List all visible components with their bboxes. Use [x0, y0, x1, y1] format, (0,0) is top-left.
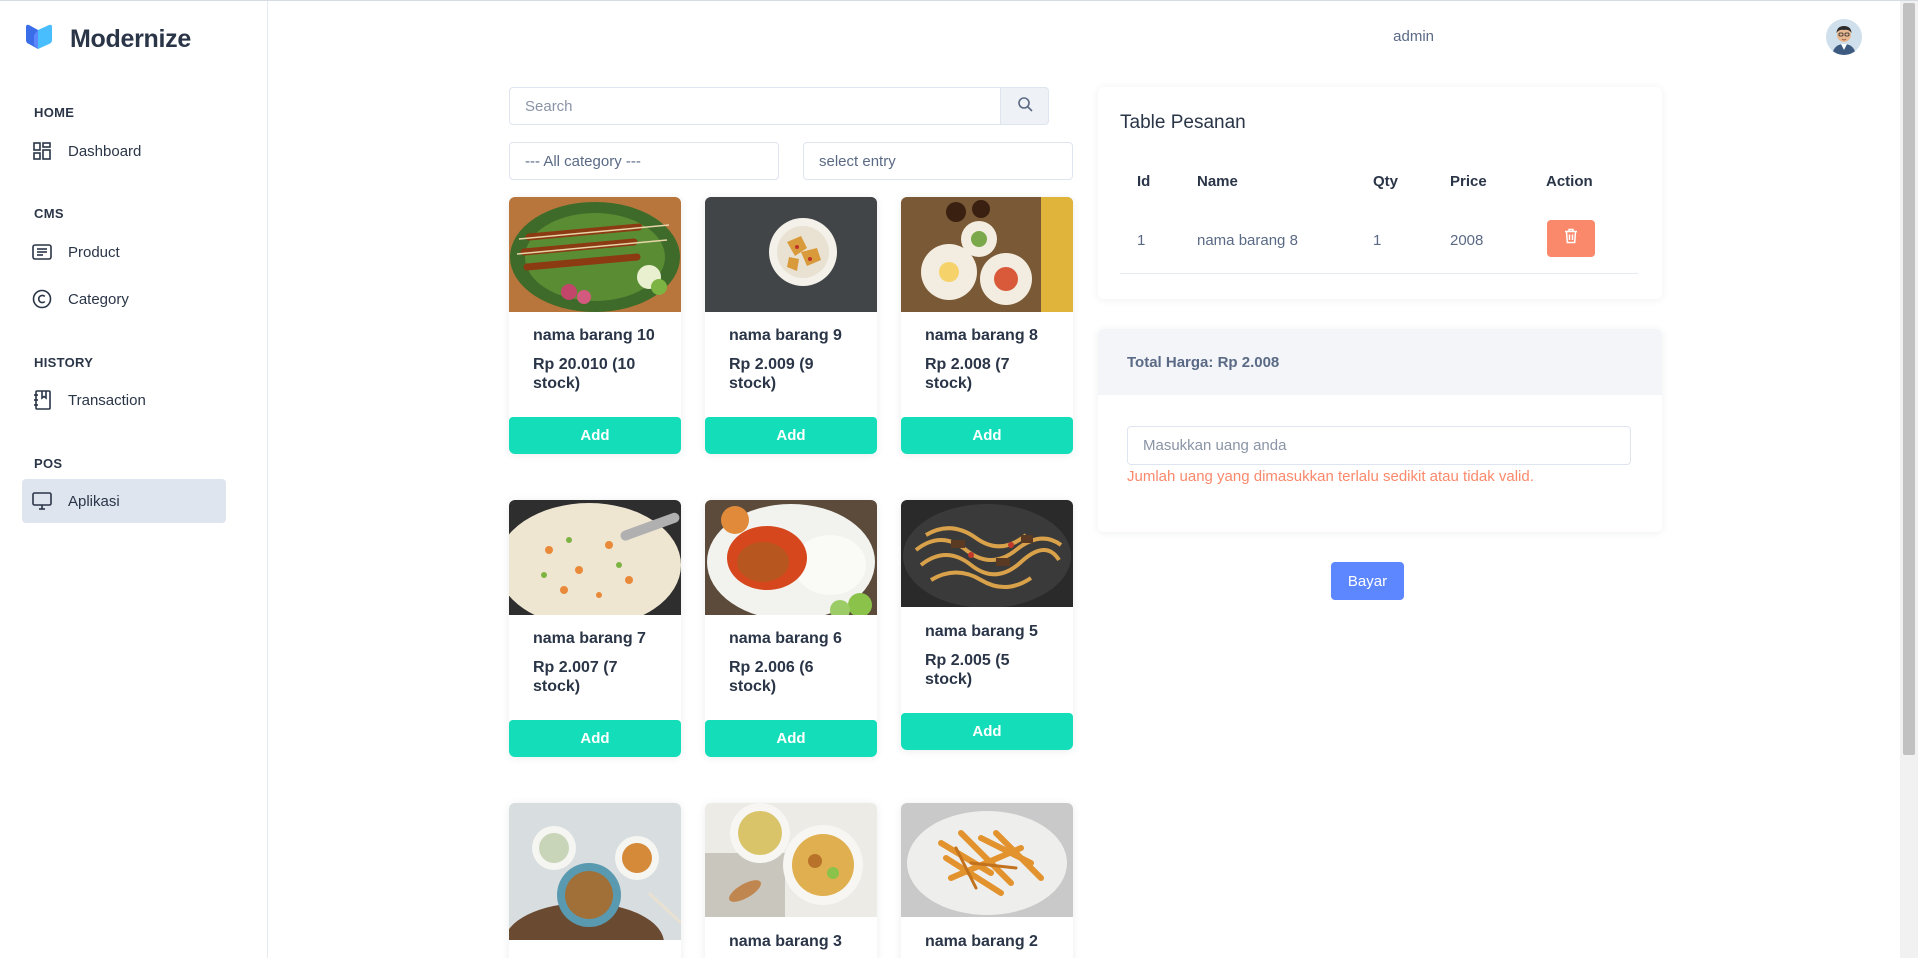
- product-image-french-fries: [901, 803, 1073, 917]
- sidebar-item-label: Transaction: [68, 391, 146, 409]
- product-price: Rp 2.008 (7 stock): [925, 356, 1010, 392]
- payment-amount-input[interactable]: [1127, 426, 1631, 465]
- pay-button[interactable]: Bayar: [1331, 562, 1404, 600]
- product-card: nama barang 6 Rp 2.006 (6 stock) Add: [705, 500, 877, 757]
- product-image-fried-noodles: [901, 500, 1073, 607]
- product-card: nama barang 8 Rp 2.008 (7 stock) Add: [901, 197, 1073, 454]
- column-header-name: Name: [1197, 173, 1238, 190]
- product-price: Rp 2.007 (7 stock): [533, 659, 618, 695]
- page-scrollbar[interactable]: [1900, 1, 1918, 958]
- search-input[interactable]: [509, 87, 1001, 125]
- add-to-order-button[interactable]: Add: [509, 417, 681, 454]
- sidebar-item-label: Dashboard: [68, 142, 142, 160]
- sidebar-item-category[interactable]: Category: [22, 277, 226, 321]
- add-to-order-button[interactable]: Add: [509, 720, 681, 757]
- nav-section-cms: CMS: [34, 206, 64, 221]
- avatar[interactable]: [1826, 19, 1862, 55]
- column-header-qty: Qty: [1373, 173, 1399, 190]
- total-header: Total Harga: Rp 2.008: [1098, 329, 1662, 395]
- product-name: nama barang 7: [533, 630, 646, 647]
- product-card: nama barang 3: [705, 803, 877, 958]
- nav-section-history: HISTORY: [34, 355, 94, 370]
- product-image-curry-soup: [705, 803, 877, 917]
- trash-icon: [1564, 228, 1578, 249]
- product-name: nama barang 3: [729, 933, 842, 950]
- order-row-id: 1: [1137, 232, 1146, 249]
- product-image-fried-chips: [705, 197, 877, 312]
- order-row-price: 2008: [1450, 232, 1484, 249]
- column-header-id: Id: [1137, 173, 1151, 190]
- product-card: nama barang 9 Rp 2.009 (9 stock) Add: [705, 197, 877, 454]
- add-to-order-button[interactable]: Add: [901, 713, 1073, 750]
- product-name: nama barang 8: [925, 327, 1038, 344]
- product-image-fried-rice: [509, 500, 681, 615]
- product-name: nama barang 2: [925, 933, 1038, 950]
- product-card: nama barang 10 Rp 20.010 (10 stock) Add: [509, 197, 681, 454]
- product-price: Rp 2.006 (6 stock): [729, 659, 814, 695]
- entry-select[interactable]: select entry: [803, 142, 1073, 180]
- product-card: nama barang 7 Rp 2.007 (7 stock) Add: [509, 500, 681, 757]
- username: admin: [1393, 28, 1434, 45]
- order-row-qty: 1: [1373, 232, 1382, 249]
- search-icon: [1017, 96, 1033, 117]
- notebook-icon: [32, 390, 52, 410]
- logo-icon: [24, 23, 60, 56]
- sidebar-item-aplikasi[interactable]: Aplikasi: [22, 479, 226, 523]
- category-select[interactable]: --- All category ---: [509, 142, 779, 180]
- product-name: nama barang 10: [533, 327, 655, 344]
- sidebar: Modernize HOME Dashboard CMS Product Cat…: [0, 1, 268, 958]
- product-price: Rp 2.005 (5 stock): [925, 652, 1010, 688]
- brand-name: Modernize: [70, 25, 191, 53]
- product-image-rice-plates: [901, 197, 1073, 312]
- brand[interactable]: Modernize: [24, 23, 191, 56]
- add-to-order-button[interactable]: Add: [705, 417, 877, 454]
- product-card: nama barang 5 Rp 2.005 (5 stock) Add: [901, 500, 1073, 750]
- nav-section-pos: POS: [34, 456, 63, 471]
- payment-error-message: Jumlah uang yang dimasukkan terlalu sedi…: [1127, 468, 1534, 485]
- app-window: Modernize HOME Dashboard CMS Product Cat…: [0, 0, 1918, 958]
- scrollbar-thumb[interactable]: [1903, 3, 1915, 755]
- sidebar-item-label: Category: [68, 290, 129, 308]
- product-image-chicken-rice: [705, 500, 877, 615]
- order-table-card: Table Pesanan Id Name Qty Price Action 1…: [1098, 87, 1662, 299]
- article-icon: [32, 242, 52, 262]
- product-name: nama barang 6: [729, 630, 842, 647]
- product-card: [509, 803, 681, 958]
- order-table-title: Table Pesanan: [1120, 112, 1246, 133]
- product-image-noodle-soup: [509, 803, 681, 940]
- add-to-order-button[interactable]: Add: [901, 417, 1073, 454]
- product-name: nama barang 5: [925, 623, 1038, 640]
- column-header-price: Price: [1450, 173, 1487, 190]
- copyright-circle-icon: [32, 289, 52, 309]
- search-bar: [509, 87, 1049, 125]
- product-name: nama barang 9: [729, 327, 842, 344]
- dashboard-grid-icon: [32, 141, 52, 161]
- order-row-name: nama barang 8: [1197, 232, 1298, 249]
- total-price: Total Harga: Rp 2.008: [1127, 354, 1280, 371]
- column-header-action: Action: [1546, 173, 1593, 190]
- product-price: Rp 20.010 (10 stock): [533, 356, 636, 392]
- search-button[interactable]: [1001, 87, 1049, 125]
- product-price: Rp 2.009 (9 stock): [729, 356, 814, 392]
- product-image-satay: [509, 197, 681, 312]
- add-to-order-button[interactable]: Add: [705, 720, 877, 757]
- nav-section-home: HOME: [34, 105, 75, 120]
- sidebar-item-transaction[interactable]: Transaction: [22, 378, 226, 422]
- sidebar-item-product[interactable]: Product: [22, 230, 226, 274]
- sidebar-item-label: Aplikasi: [68, 492, 120, 510]
- row-divider: [1120, 273, 1638, 274]
- payment-card: Total Harga: Rp 2.008 Jumlah uang yang d…: [1098, 329, 1662, 532]
- sidebar-item-dashboard[interactable]: Dashboard: [22, 129, 226, 173]
- product-card: nama barang 2: [901, 803, 1073, 958]
- sidebar-item-label: Product: [68, 243, 120, 261]
- monitor-icon: [32, 491, 52, 511]
- delete-order-button[interactable]: [1547, 220, 1595, 257]
